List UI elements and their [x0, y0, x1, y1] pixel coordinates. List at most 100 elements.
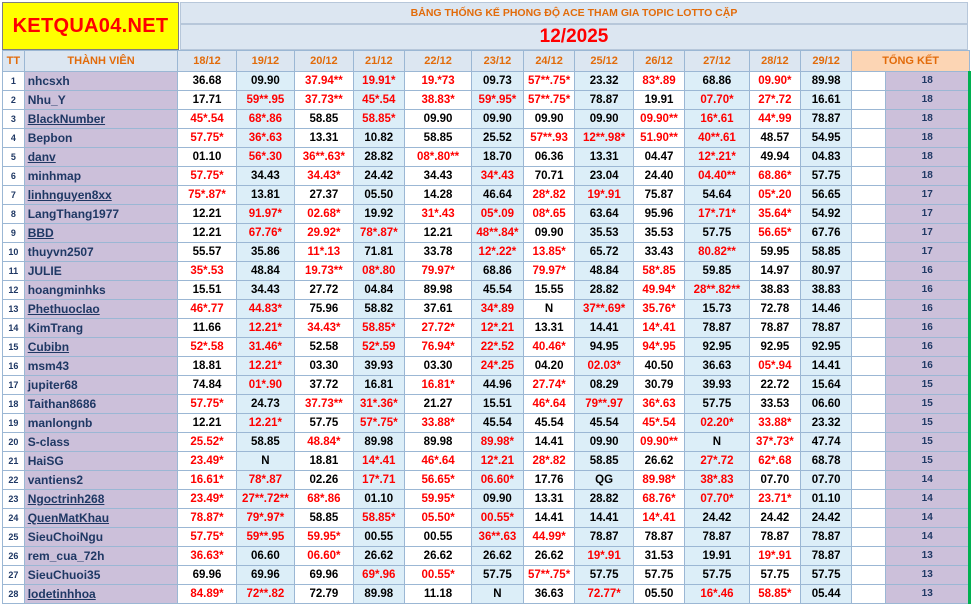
score-cell: 33.43	[632, 242, 686, 262]
member-name[interactable]: KimTrang	[23, 318, 179, 338]
row-number: 19	[2, 413, 25, 433]
score-cell: 17*.71	[352, 470, 406, 490]
score-cell: 30.79	[632, 375, 686, 395]
score-cell: 12*.22*	[471, 242, 524, 262]
member-name[interactable]: thuyvn2507	[23, 242, 179, 262]
member-name[interactable]: Ngoctrinh268	[23, 489, 179, 509]
score-cell: 78.87*	[177, 508, 237, 528]
score-cell: 26.62	[632, 451, 686, 471]
score-cell: 14.41	[522, 432, 576, 452]
member-name[interactable]: jupiter68	[23, 375, 179, 395]
score-cell: 06.60*	[294, 546, 354, 566]
score-cell: 78.87	[800, 109, 853, 129]
member-name[interactable]: LangThang1977	[23, 204, 179, 224]
score-cell: 05.50	[632, 584, 686, 604]
row-number: 18	[2, 394, 25, 414]
spacer-cell	[851, 470, 886, 490]
score-cell: 80.97	[800, 261, 853, 281]
score-cell: 27.74*	[522, 375, 576, 395]
header-date: 29/12	[800, 50, 853, 72]
header-member: THÀNH VIÊN	[23, 50, 179, 72]
member-name[interactable]: BlackNumber	[23, 109, 179, 129]
member-name[interactable]: msm43	[23, 356, 179, 376]
score-cell: 83*.89	[632, 71, 686, 91]
member-name[interactable]: SieuChuoi35	[23, 565, 179, 585]
score-cell: 01.10	[352, 489, 406, 509]
score-cell: 46.64	[471, 185, 524, 205]
total-cell: 14	[885, 470, 971, 490]
table-row: 8 LangThang1977 12.21 91.97* 02.68* 19.92 31*.…	[2, 204, 971, 224]
member-name[interactable]: lodetinhhoa	[23, 584, 179, 604]
spacer-cell	[851, 318, 886, 338]
row-number: 28	[2, 584, 25, 604]
score-cell: 56.65*	[404, 470, 473, 490]
header-date: 28/12	[748, 50, 802, 72]
member-name[interactable]: Nhu_Y	[23, 90, 179, 110]
member-name[interactable]: nhcsxh	[23, 71, 179, 91]
score-cell: 68.86	[471, 261, 524, 281]
member-name[interactable]: QuenMatKhau	[23, 508, 179, 528]
score-cell: 36*.63	[235, 128, 296, 148]
row-number: 26	[2, 546, 25, 566]
score-cell: 35.86	[235, 242, 296, 262]
total-cell: 13	[885, 584, 971, 604]
score-cell: 89.98	[800, 71, 853, 91]
member-name[interactable]: SieuChoiNgu	[23, 527, 179, 547]
score-cell: 48.84	[235, 261, 296, 281]
table-row: 24 QuenMatKhau 78.87* 79*.97* 58.85 58.85* 05.…	[2, 508, 971, 528]
score-cell: 31.46*	[235, 337, 296, 357]
member-name[interactable]: hoangminhks	[23, 280, 179, 300]
member-name[interactable]: JULIE	[23, 261, 179, 281]
score-cell: 78.87	[574, 90, 634, 110]
score-cell: 28.82	[574, 280, 634, 300]
score-cell: 75.87	[632, 185, 686, 205]
member-name[interactable]: minhmap	[23, 166, 179, 186]
score-cell: 33.53	[748, 394, 802, 414]
score-cell: 67.76	[800, 223, 853, 243]
score-cell: 17.71	[177, 90, 237, 110]
row-number: 23	[2, 489, 25, 509]
score-cell: 16.81	[352, 375, 406, 395]
score-cell: 37.72	[294, 375, 354, 395]
table-row: 2 Nhu_Y 17.71 59**.95 37.73** 45*.54 38.83* 59*…	[2, 90, 971, 110]
spacer-cell	[851, 185, 886, 205]
member-name[interactable]: danv	[23, 147, 179, 167]
score-cell: 09.90	[471, 489, 524, 509]
score-cell: 59.95*	[404, 489, 473, 509]
score-cell: 00.55	[352, 527, 406, 547]
score-cell: 12**.98*	[574, 128, 634, 148]
score-cell: 92.95	[800, 337, 853, 357]
score-cell: 19.91	[632, 90, 686, 110]
member-name[interactable]: S-class	[23, 432, 179, 452]
score-cell: 78.87	[684, 318, 750, 338]
member-name[interactable]: vantiens2	[23, 470, 179, 490]
total-cell: 16	[885, 337, 971, 357]
score-cell: 58.85*	[352, 508, 406, 528]
member-name[interactable]: BBD	[23, 223, 179, 243]
spacer-cell	[851, 413, 886, 433]
score-cell: 09.90	[522, 109, 576, 129]
score-cell: 78.87	[684, 527, 750, 547]
score-cell: 18.81	[294, 451, 354, 471]
member-name[interactable]: Taithan8686	[23, 394, 179, 414]
member-name[interactable]: HaiSG	[23, 451, 179, 471]
member-name[interactable]: Cubibn	[23, 337, 179, 357]
score-cell: 65.72	[574, 242, 634, 262]
header-date: 18/12	[177, 50, 237, 72]
score-cell: 58.82	[352, 299, 406, 319]
member-name[interactable]: rem_cua_72h	[23, 546, 179, 566]
table-row: 14 KimTrang 11.66 12.21* 34.43* 58.85* 27.72* 1…	[2, 318, 971, 338]
score-cell: 37.73**	[294, 394, 354, 414]
member-name[interactable]: linhnguyen8xx	[23, 185, 179, 205]
score-cell: 54.95	[800, 128, 853, 148]
table-row: 11 JULIE 35*.53 48.84 19.73** 08*.80 79.97* 68.…	[2, 261, 971, 281]
table-row: 25 SieuChoiNgu 57.75* 59**.95 59.95* 00.55 00.…	[2, 527, 971, 547]
member-name[interactable]: Bepbon	[23, 128, 179, 148]
member-name[interactable]: manlongnb	[23, 413, 179, 433]
score-cell: 59**.95	[235, 527, 296, 547]
score-cell: 45*.54	[632, 413, 686, 433]
score-cell: 78*.87*	[352, 223, 406, 243]
score-cell: 24*.25	[471, 356, 524, 376]
score-cell: 06.60*	[471, 470, 524, 490]
member-name[interactable]: Phethuoclao	[23, 299, 179, 319]
